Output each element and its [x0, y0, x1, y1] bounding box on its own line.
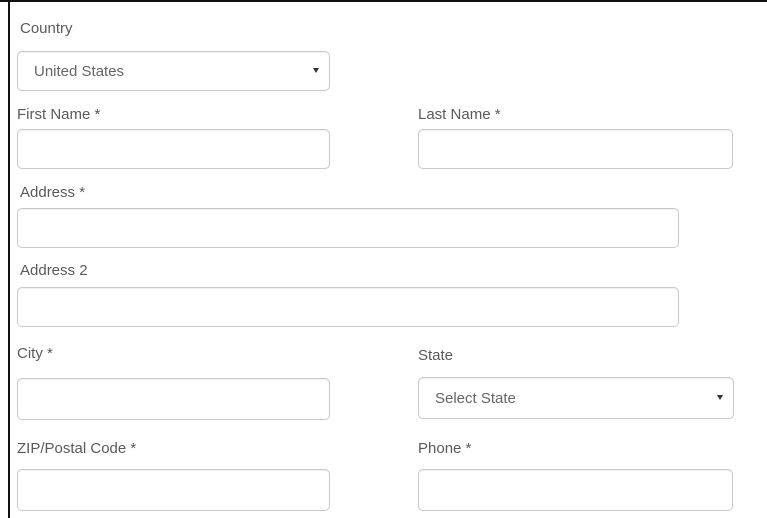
phone-label: Phone * [418, 440, 472, 457]
left-border [8, 0, 10, 518]
address2-input[interactable] [17, 287, 679, 327]
address-label: Address * [20, 184, 86, 201]
country-select[interactable]: United States [17, 51, 330, 91]
city-input[interactable] [17, 378, 330, 420]
top-border [0, 0, 767, 2]
zip-label: ZIP/Postal Code * [17, 440, 137, 457]
state-select-value: Select State [435, 389, 516, 407]
country-select-value: United States [34, 62, 125, 80]
zip-input[interactable] [17, 469, 330, 511]
first-name-input[interactable] [17, 129, 330, 169]
phone-input[interactable] [418, 469, 733, 511]
state-label: State [418, 347, 454, 364]
state-select[interactable]: Select State [418, 377, 734, 419]
city-label: City * [17, 345, 53, 362]
chevron-down-icon [313, 68, 319, 73]
last-name-input[interactable] [418, 129, 733, 169]
address-input[interactable] [17, 208, 679, 248]
last-name-label: Last Name * [418, 106, 501, 123]
country-label: Country [20, 20, 73, 37]
address2-label: Address 2 [20, 262, 88, 279]
chevron-down-icon [717, 395, 723, 400]
first-name-label: First Name * [17, 106, 101, 123]
